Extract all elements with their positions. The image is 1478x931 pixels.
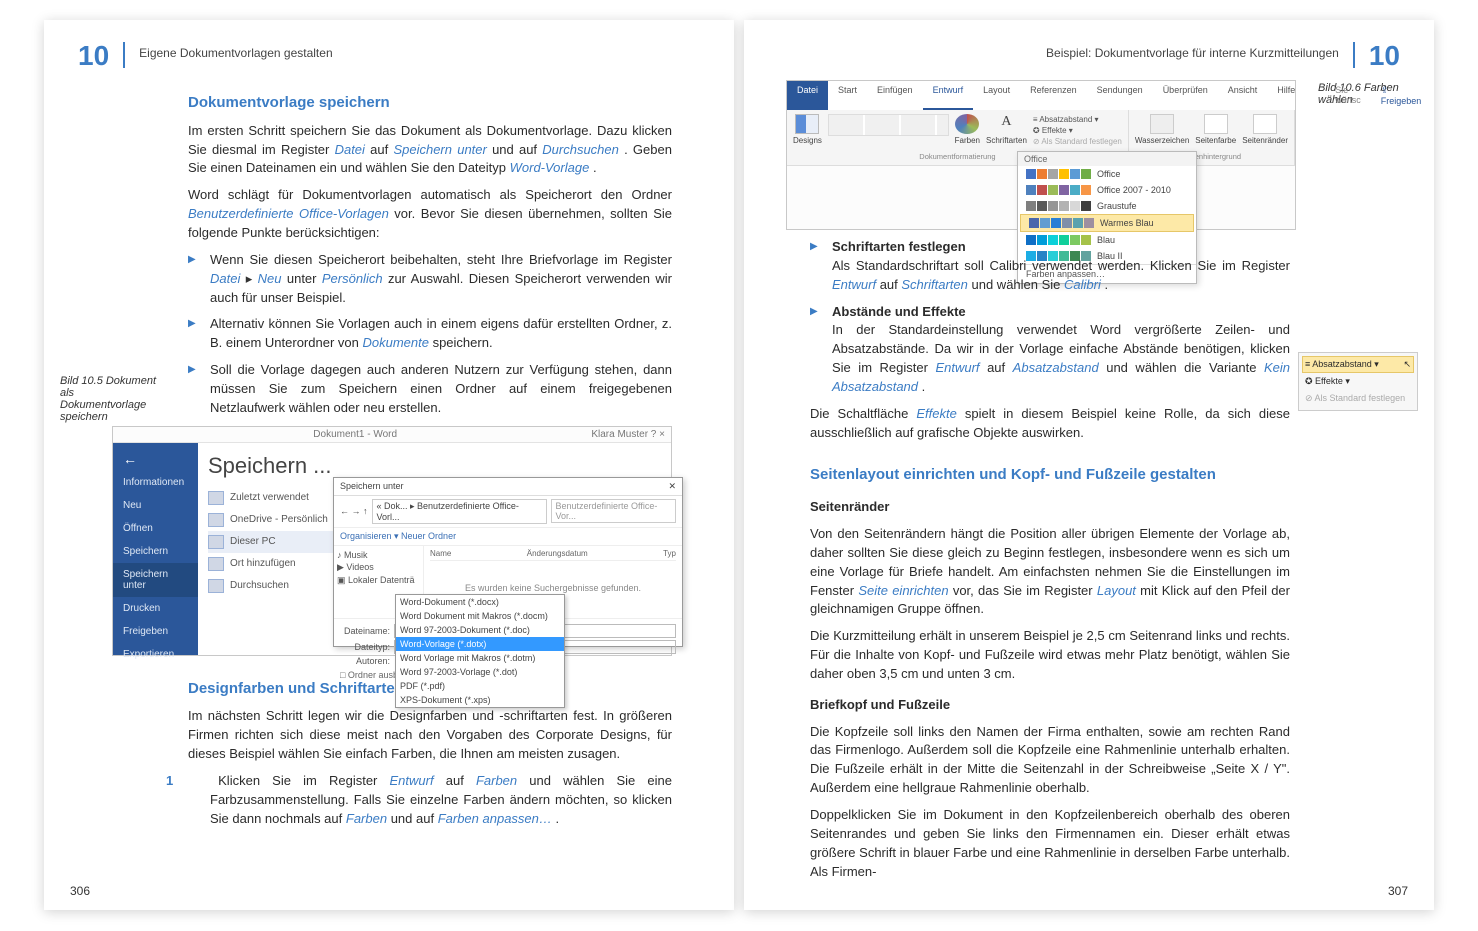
page-color-button[interactable]: Seitenfarbe (1195, 114, 1236, 145)
list-item: Abstände und Effekte In der Standardeins… (810, 303, 1290, 397)
screenshot-spacing-buttons: ≡ Absatzabstand ▾↖ ✪ Effekte ▾ ⊘ Als Sta… (1298, 352, 1418, 411)
backstage-item[interactable]: Informationen (113, 471, 198, 494)
running-title: Eigene Dokumentvorlagen gestalten (139, 42, 332, 60)
ribbon-tab[interactable]: Überprüfen (1153, 81, 1218, 110)
ribbon-tabs[interactable]: DateiStartEinfügenEntwurfLayoutReferenze… (787, 81, 1295, 110)
page-right: Beispiel: Dokumentvorlage für interne Ku… (744, 20, 1434, 910)
list-item: Soll die Vorlage dagegen auch anderen Nu… (188, 361, 672, 418)
set-as-default-button: ⊘ Als Standard festlegen (1302, 390, 1414, 407)
paragraph: Doppelklicken Sie im Dokument in den Kop… (810, 806, 1290, 881)
ribbon-tab[interactable]: Datei (787, 81, 828, 110)
bullet-list: Wenn Sie diesen Speicherort beibehalten,… (188, 251, 672, 418)
page-number: 306 (70, 884, 90, 898)
filetype-option[interactable]: Word-Dokument (*.docx) (396, 595, 564, 609)
color-theme-item[interactable]: Office 2007 - 2010 (1018, 182, 1196, 198)
chapter-number: 10 (1369, 42, 1400, 70)
ribbon-tab[interactable]: Sendungen (1087, 81, 1153, 110)
paragraph-spacing-button[interactable]: ≡ Absatzabstand ▾↖ (1302, 356, 1414, 373)
backstage-item[interactable]: Speichern unter (113, 563, 198, 597)
tree-item[interactable]: ▣ Lokaler Datenträ (337, 574, 420, 587)
back-arrow-icon[interactable]: ← (113, 447, 198, 471)
paragraph: Die Schaltfläche Effekte spielt in diese… (810, 405, 1290, 443)
running-head-right: Beispiel: Dokumentvorlage für interne Ku… (778, 42, 1400, 70)
color-theme-item[interactable]: Office (1018, 166, 1196, 182)
backstage-item[interactable]: Speichern (113, 540, 198, 563)
subheading-header-footer: Briefkopf und Fußzeile (810, 696, 1290, 715)
bullet-list: Schriftarten festlegen Als Standardschri… (810, 238, 1290, 397)
watermark-button[interactable]: Wasserzeichen (1135, 114, 1189, 145)
spacing-effects-links[interactable]: ≡ Absatzabstand ▾ ✪ Effekte ▾ ⊘ Als Stan… (1033, 114, 1122, 147)
paragraph: Word schlägt für Dokumentvorlagen automa… (188, 186, 672, 243)
style-gallery[interactable] (828, 114, 949, 136)
paragraph: Im ersten Schritt speichern Sie das Doku… (188, 122, 672, 179)
paragraph: Die Kurzmitteilung erhält in unserem Bei… (810, 627, 1290, 684)
close-icon[interactable]: ✕ (668, 481, 676, 492)
designs-button[interactable]: Designs (793, 114, 822, 145)
backstage-sidebar: ← InformationenNeuÖffnenSpeichernSpeiche… (113, 443, 198, 655)
ribbon-tab[interactable]: Hilfe (1267, 81, 1305, 110)
share-button[interactable]: ⇪ Freigeben (1371, 81, 1432, 110)
ribbon-tab[interactable]: Entwurf (923, 81, 974, 110)
ribbon-tab[interactable]: Referenzen (1020, 81, 1087, 110)
panel-title: Speichern ... (208, 453, 661, 479)
backstage-item[interactable]: Freigeben (113, 620, 198, 643)
list-item: Schriftarten festlegen Als Standardschri… (810, 238, 1290, 295)
margin-caption-10-5: Bild 10.5 Dokument als Dokumentvorlage s… (60, 375, 160, 423)
list-item: Wenn Sie diesen Speicherort beibehalten,… (188, 251, 672, 308)
paragraph: Im nächsten Schritt legen wir die Design… (188, 707, 672, 764)
filetype-dropdown[interactable]: Word-Dokument (*.docx)Word Dokument mit … (395, 594, 565, 708)
fonts-button[interactable]: ASchriftarten (986, 114, 1027, 145)
color-theme-item[interactable]: Graustufe (1018, 198, 1196, 214)
colors-button[interactable]: Farben (955, 114, 980, 145)
filetype-option[interactable]: XPS-Dokument (*.xps) (396, 693, 564, 707)
filetype-option[interactable]: Word 97-2003-Vorlage (*.dot) (396, 665, 564, 679)
step-item: 1 Klicken Sie im Register Entwurf auf Fa… (188, 772, 672, 829)
header-rule (1353, 42, 1355, 68)
color-theme-item[interactable]: Warmes Blau (1020, 214, 1194, 232)
content-left: Dokumentvorlage speichern Im ersten Schr… (188, 92, 672, 418)
heading-save-template: Dokumentvorlage speichern (188, 92, 672, 114)
ribbon-tab[interactable]: Start (828, 81, 867, 110)
window-titlebar: Dokument1 - Word Klara Muster ? × (113, 427, 671, 443)
dialog-titlebar: Speichern unter✕ (334, 478, 682, 496)
page-left: 10 Eigene Dokumentvorlagen gestalten Dok… (44, 20, 734, 910)
paragraph: Von den Seitenrändern hängt die Position… (810, 525, 1290, 619)
filetype-option[interactable]: Word 97-2003-Dokument (*.doc) (396, 623, 564, 637)
running-head-left: 10 Eigene Dokumentvorlagen gestalten (78, 42, 700, 70)
filetype-option[interactable]: PDF (*.pdf) (396, 679, 564, 693)
backstage-item[interactable]: Drucken (113, 597, 198, 620)
content-right: Schriftarten festlegen Als Standardschri… (810, 238, 1290, 881)
breadcrumb-bar: ← → ↑ « Dok... ▸ Benutzerdefinierte Offi… (334, 496, 682, 528)
ribbon-tab[interactable]: Ansicht (1218, 81, 1268, 110)
backstage-item[interactable]: Neu (113, 494, 198, 517)
filetype-option[interactable]: Word-Vorlage (*.dotx) (396, 637, 564, 651)
effects-button[interactable]: ✪ Effekte ▾ (1302, 373, 1414, 390)
ribbon-tab[interactable]: Layout (973, 81, 1020, 110)
book-spread: 10 Eigene Dokumentvorlagen gestalten Dok… (0, 0, 1478, 930)
page-number: 307 (1388, 884, 1408, 898)
subheading-margins: Seitenränder (810, 498, 1290, 517)
dialog-toolbar[interactable]: Organisieren ▾ Neuer Ordner (334, 528, 682, 546)
chapter-number: 10 (78, 42, 109, 70)
filetype-option[interactable]: Word Vorlage mit Makros (*.dotm) (396, 651, 564, 665)
header-rule (123, 42, 125, 68)
ribbon-tab[interactable]: Einfügen (867, 81, 923, 110)
tree-item[interactable]: ♪ Musik (337, 549, 420, 561)
heading-page-layout: Seitenlayout einrichten und Kopf- und Fu… (810, 464, 1290, 486)
running-title: Beispiel: Dokumentvorlage für interne Ku… (1046, 42, 1339, 60)
filetype-option[interactable]: Word Dokument mit Makros (*.docm) (396, 609, 564, 623)
backstage-item[interactable]: Öffnen (113, 517, 198, 540)
list-item: Alternativ können Sie Vorlagen auch in e… (188, 315, 672, 353)
screenshot-save-as: Dokument1 - Word Klara Muster ? × ← Info… (112, 426, 672, 656)
tree-item[interactable]: ▶ Videos (337, 561, 420, 574)
backstage-item[interactable]: Exportieren (113, 643, 198, 666)
paragraph: Die Kopfzeile soll links den Namen der F… (810, 723, 1290, 798)
page-borders-button[interactable]: Seitenränder (1242, 114, 1288, 145)
screenshot-ribbon-colors: DateiStartEinfügenEntwurfLayoutReferenze… (786, 80, 1296, 230)
